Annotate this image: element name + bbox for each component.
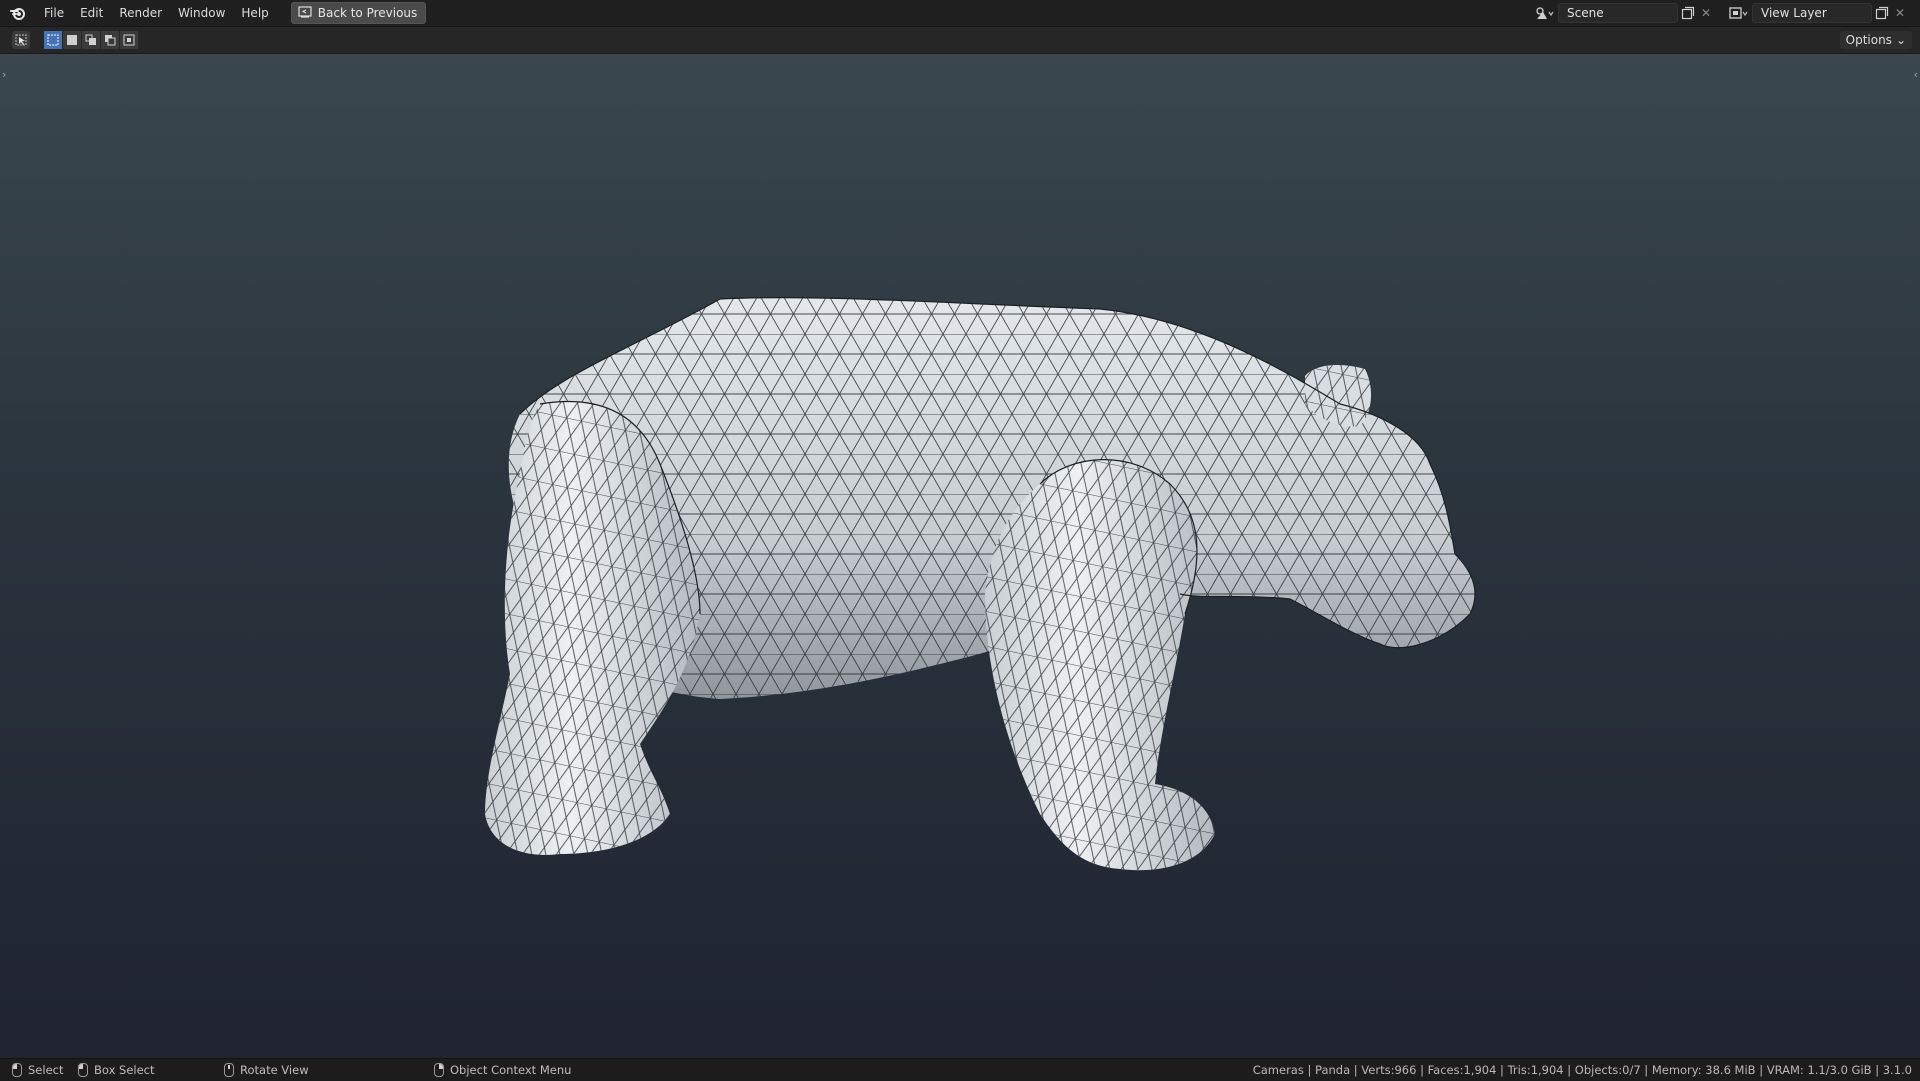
3d-viewport[interactable]: › ‹: [0, 54, 1920, 1058]
bear-front-leg: [985, 459, 1215, 871]
view-layer-icon[interactable]: [1726, 3, 1752, 23]
mouse-right-icon: [434, 1063, 444, 1077]
select-tool-icon[interactable]: [12, 31, 30, 49]
options-dropdown[interactable]: Options ⌄: [1839, 31, 1912, 49]
status-context-menu: Object Context Menu: [434, 1059, 571, 1081]
panda-mesh[interactable]: [0, 54, 1920, 1058]
back-to-previous-label: Back to Previous: [317, 6, 418, 20]
status-rotate-view: Rotate View: [224, 1059, 309, 1081]
mouse-middle-icon: [224, 1063, 234, 1077]
mouse-left-icon: [12, 1063, 22, 1077]
menu-help[interactable]: Help: [233, 2, 276, 24]
menu-window[interactable]: Window: [170, 2, 233, 24]
viewport-header: Options ⌄: [0, 27, 1920, 54]
status-bar: Select Box Select Rotate View Object Con…: [0, 1058, 1920, 1081]
top-right-controls: Scene ✕ View Layer ✕: [1532, 0, 1920, 26]
selection-mode-group: [44, 31, 138, 49]
status-box-select-label: Box Select: [94, 1063, 155, 1077]
duplicate-icon[interactable]: [1872, 3, 1892, 23]
scene-name-field[interactable]: Scene: [1558, 3, 1678, 23]
top-menu-bar: File Edit Render Window Help Back to Pre…: [0, 0, 1920, 27]
view-layer-selector: View Layer ✕: [1726, 3, 1908, 23]
status-select: Select: [12, 1059, 63, 1081]
blender-logo-icon[interactable]: [8, 3, 28, 23]
chevron-down-icon: ⌄: [1895, 33, 1906, 47]
status-context-menu-label: Object Context Menu: [450, 1063, 572, 1077]
mode-extend-icon[interactable]: [63, 31, 81, 49]
status-rotate-view-label: Rotate View: [240, 1063, 309, 1077]
back-to-previous-button[interactable]: Back to Previous: [290, 2, 427, 24]
menu-edit[interactable]: Edit: [72, 2, 111, 24]
status-box-select: Box Select: [78, 1059, 155, 1081]
mode-subtract-icon[interactable]: [82, 31, 100, 49]
close-icon[interactable]: ✕: [1698, 3, 1714, 23]
duplicate-icon[interactable]: [1678, 3, 1698, 23]
scene-icon[interactable]: [1532, 3, 1558, 23]
mode-invert-icon[interactable]: [101, 31, 119, 49]
status-select-label: Select: [28, 1063, 64, 1077]
scene-selector: Scene ✕: [1532, 3, 1714, 23]
mouse-drag-icon: [78, 1063, 88, 1077]
close-icon[interactable]: ✕: [1892, 3, 1908, 23]
mode-set-icon[interactable]: [44, 31, 62, 49]
menu-file[interactable]: File: [36, 2, 72, 24]
scene-statistics: Cameras | Panda | Verts:966 | Faces:1,90…: [1252, 1063, 1912, 1077]
menu-render[interactable]: Render: [111, 2, 170, 24]
mode-intersect-icon[interactable]: [120, 31, 138, 49]
options-label: Options: [1845, 33, 1892, 47]
back-icon: [298, 5, 312, 21]
view-layer-name-field[interactable]: View Layer: [1752, 3, 1872, 23]
